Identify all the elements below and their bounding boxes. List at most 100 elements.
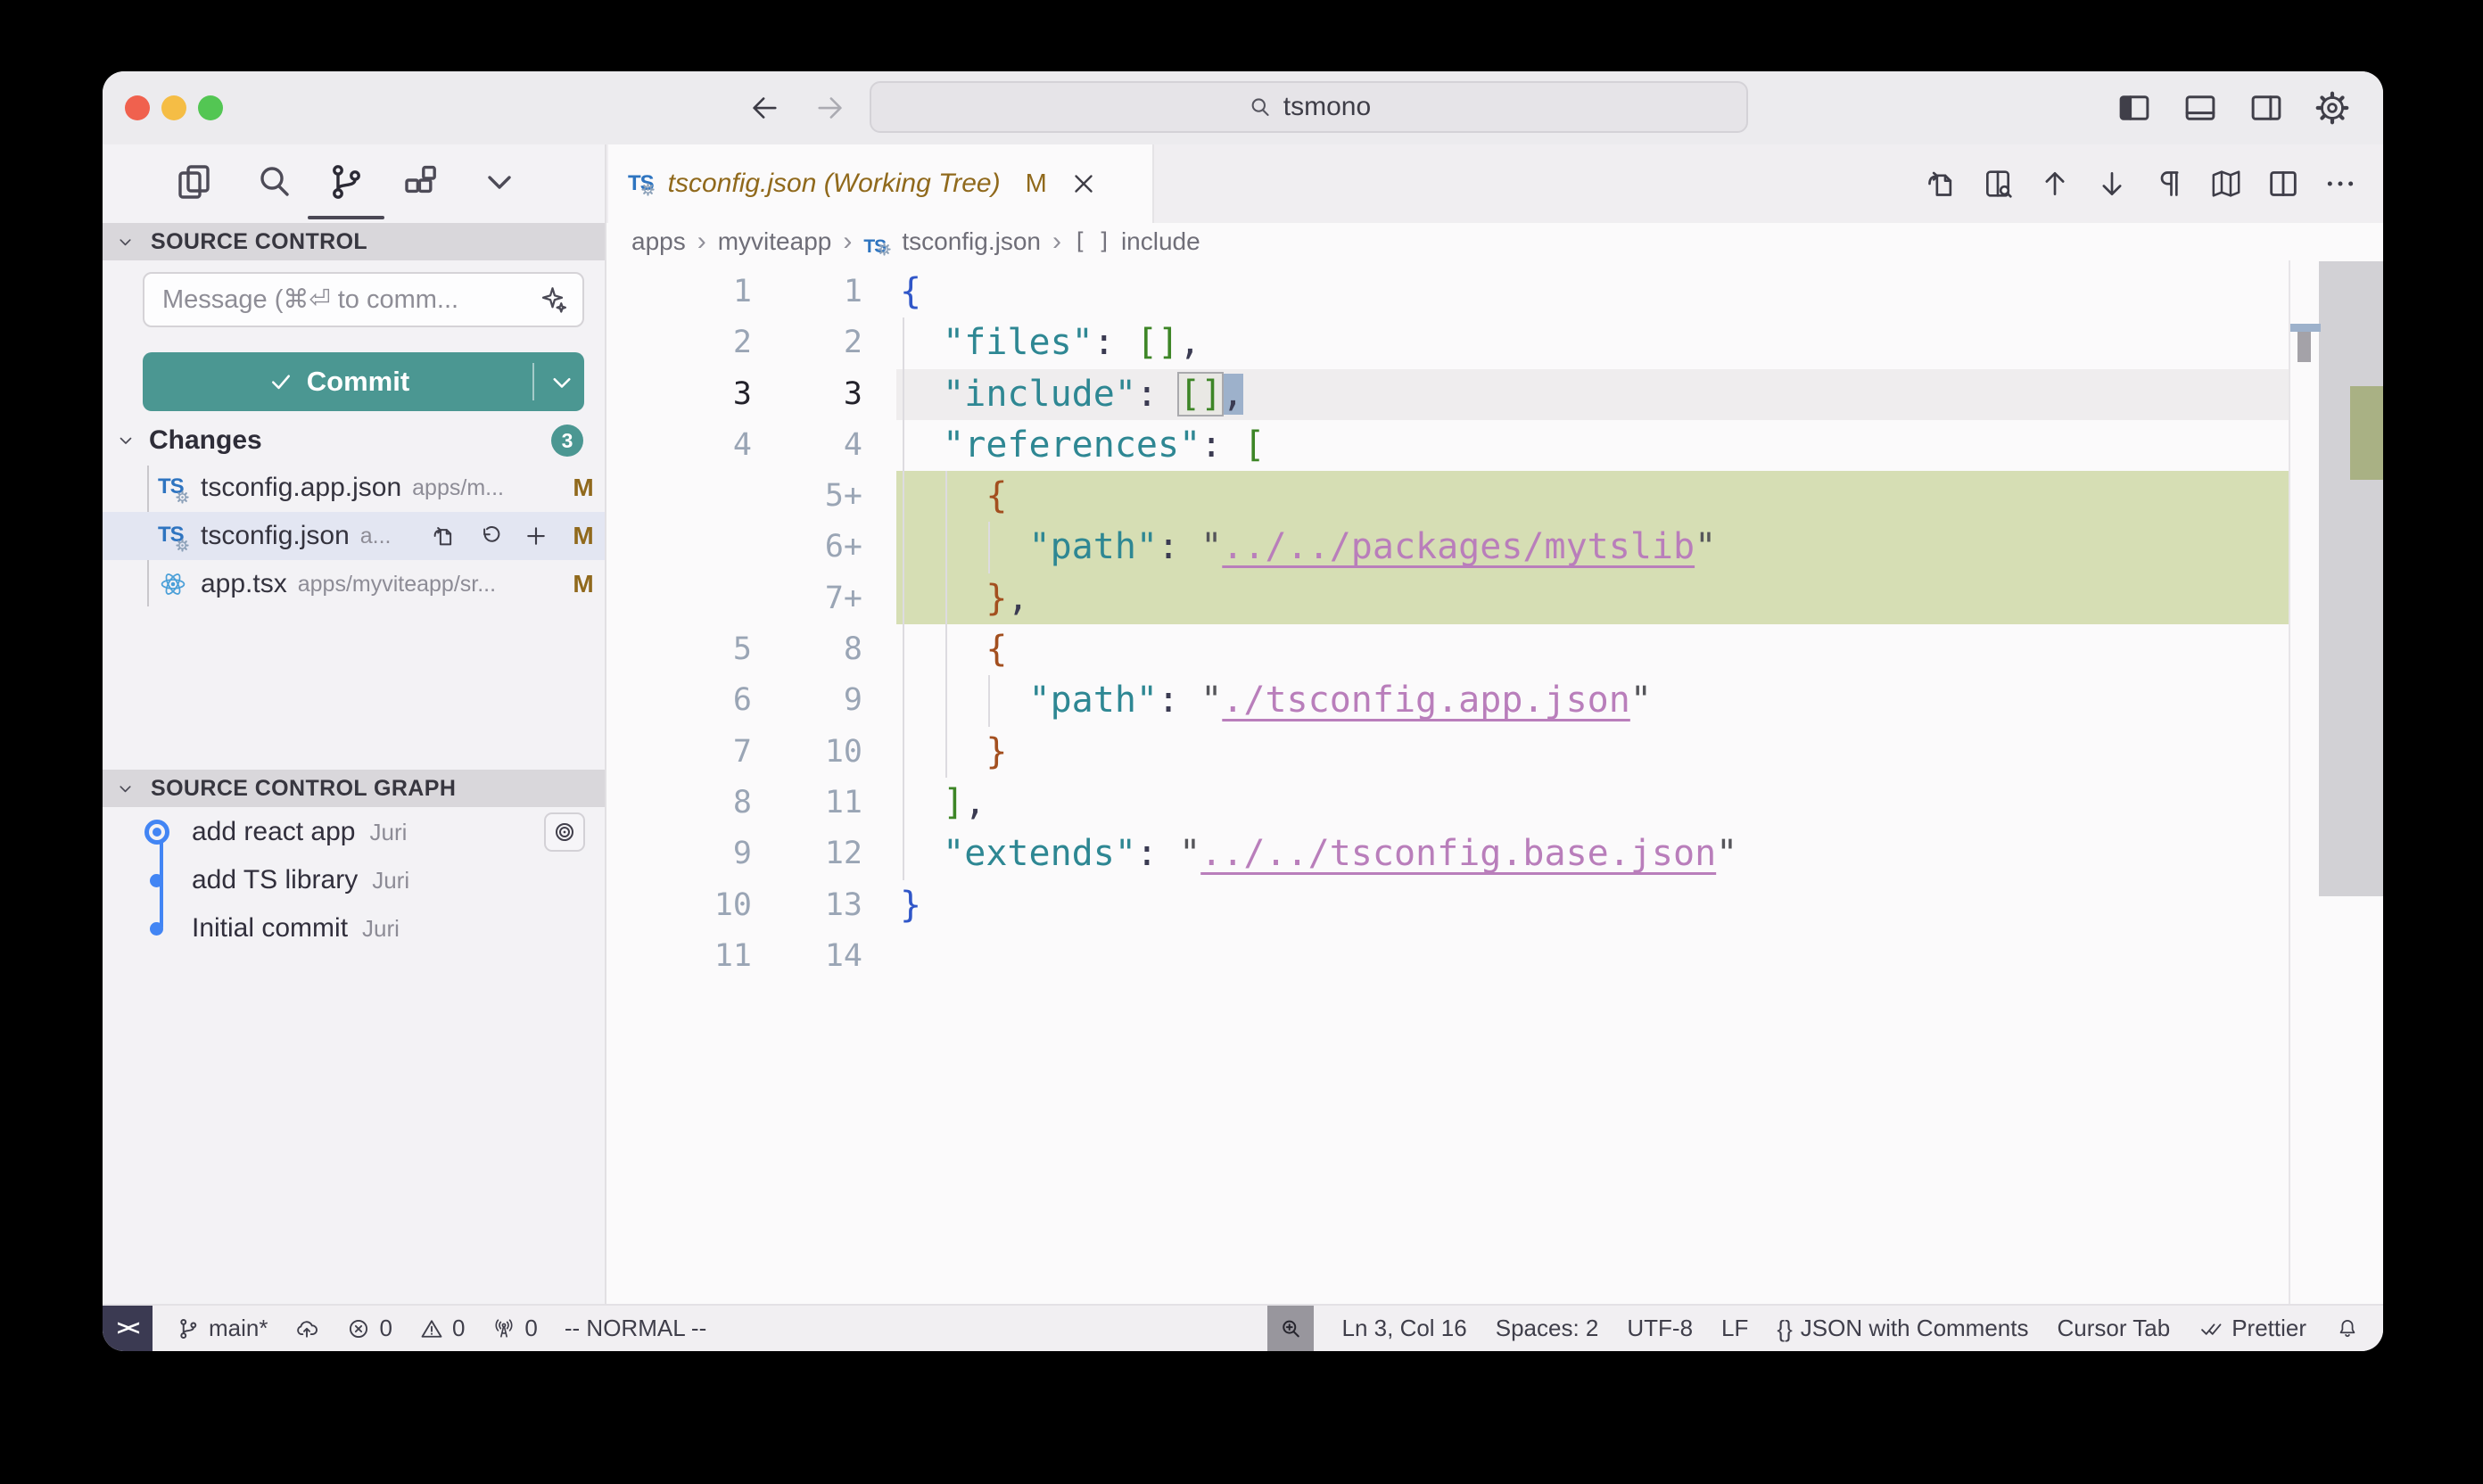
activity-item-extensions[interactable]	[400, 161, 442, 203]
commit-message: Initial commit	[192, 913, 348, 944]
minimap-slider[interactable]	[2319, 261, 2383, 896]
breadcrumb-item-include[interactable]: include	[1121, 227, 1200, 256]
code-line[interactable]: 710 }	[606, 727, 2383, 778]
code-line[interactable]: 44 "references": [	[606, 420, 2383, 471]
commit-button[interactable]: Commit	[143, 352, 584, 411]
code-line[interactable]: 6+ "path": "../../packages/mytslib"	[606, 522, 2383, 573]
encoding[interactable]: UTF-8	[1627, 1306, 1693, 1351]
discard-changes-icon[interactable]	[476, 523, 503, 549]
commit-row[interactable]: add TS libraryJuri	[103, 856, 605, 904]
close-icon[interactable]	[1068, 169, 1099, 199]
code-line-text: "extends": "../../tsconfig.base.json"	[896, 829, 2289, 879]
eol[interactable]: LF	[1721, 1306, 1748, 1351]
zoom-window-button[interactable]	[198, 95, 223, 120]
code-area[interactable]: 11{22 "files": [],33 "include": [],44 "r…	[606, 260, 2383, 1304]
source-control-header[interactable]: SOURCE CONTROL	[103, 223, 605, 260]
navigate-forward-icon[interactable]	[812, 89, 849, 127]
code-link[interactable]: ../../tsconfig.base.json	[1200, 833, 1716, 874]
goto-commit-button[interactable]	[544, 812, 585, 852]
cursor-position[interactable]: Ln 3, Col 16	[1342, 1306, 1467, 1351]
sparkle-icon[interactable]	[538, 284, 570, 316]
open-changes-icon[interactable]	[1923, 166, 1959, 202]
toggle-bottom-panel-icon[interactable]	[2182, 89, 2219, 127]
code-token	[1158, 374, 1179, 415]
map-icon[interactable]	[2208, 166, 2244, 202]
toggle-right-panel-icon[interactable]	[2248, 89, 2285, 127]
code-line[interactable]: 5+ {	[606, 471, 2383, 522]
commit-row[interactable]: Initial commitJuri	[103, 904, 605, 952]
commit-dropdown-icon[interactable]	[546, 367, 578, 399]
error-count-label: 0	[379, 1315, 392, 1342]
code-line[interactable]: 912 "extends": "../../tsconfig.base.json…	[606, 829, 2383, 879]
close-window-button[interactable]	[125, 95, 150, 120]
code-token: :	[1136, 374, 1158, 415]
code-line[interactable]: 7+ },	[606, 573, 2383, 624]
sync-changes[interactable]	[294, 1306, 319, 1351]
code-line[interactable]: 33 "include": [],	[606, 369, 2383, 420]
vim-mode[interactable]: -- NORMAL --	[565, 1306, 706, 1351]
commit-message-input[interactable]	[144, 285, 532, 315]
code-line[interactable]: 58 {	[606, 624, 2383, 675]
modified-line-number: 1	[767, 267, 878, 317]
changes-section-header[interactable]: Changes 3	[103, 419, 605, 462]
code-link[interactable]: ./tsconfig.app.json	[1222, 680, 1630, 721]
open-file-icon[interactable]	[430, 523, 457, 549]
indent-guide	[988, 522, 990, 573]
commit-row[interactable]: add react appJuri	[103, 808, 605, 856]
breadcrumb-item-tsconfig.json[interactable]: tsconfig.json	[902, 227, 1041, 256]
source-control-graph-header[interactable]: SOURCE CONTROL GRAPH	[103, 770, 605, 807]
error-count[interactable]: 0	[346, 1306, 392, 1351]
indentation[interactable]: Spaces: 2	[1496, 1306, 1599, 1351]
activity-item-explorer[interactable]	[173, 161, 216, 203]
split-editor-icon[interactable]	[2265, 166, 2301, 202]
previous-change-icon[interactable]	[2037, 166, 2073, 202]
code-line-text: },	[896, 573, 2289, 624]
tab-tsconfig-json[interactable]: TS tsconfig.json (Working Tree) M	[608, 144, 1154, 223]
code-token: ]	[943, 782, 964, 823]
activity-item-source-control[interactable]	[325, 161, 367, 203]
language-mode-label: JSON with Comments	[1801, 1315, 2029, 1342]
more-actions-icon[interactable]	[2322, 166, 2358, 202]
render-whitespace-icon[interactable]	[2151, 166, 2187, 202]
code-line[interactable]: 11{	[606, 267, 2383, 317]
graph-title: SOURCE CONTROL GRAPH	[151, 776, 456, 802]
activity-item-more-views[interactable]	[478, 161, 521, 203]
language-mode[interactable]: {}JSON with Comments	[1777, 1306, 2028, 1351]
navigate-back-icon[interactable]	[746, 89, 783, 127]
change-item-tsconfig.app.json[interactable]: TStsconfig.app.jsonapps/m...M	[103, 464, 605, 512]
commit-button-main[interactable]: Commit	[143, 352, 534, 411]
branch-icon	[176, 1316, 201, 1341]
formatter[interactable]: Prettier	[2198, 1306, 2306, 1351]
activity-item-search[interactable]	[252, 161, 295, 203]
branch-indicator[interactable]: main*	[176, 1306, 268, 1351]
cursor-tab[interactable]: Cursor Tab	[2058, 1306, 2171, 1351]
minimap[interactable]	[2289, 260, 2383, 1304]
code-line[interactable]: 1114	[606, 931, 2383, 982]
change-item-app.tsx[interactable]: app.tsxapps/myviteapp/sr...M	[103, 560, 605, 608]
code-link[interactable]: ../../packages/mytslib	[1222, 526, 1695, 567]
ports[interactable]: 0	[491, 1306, 537, 1351]
breadcrumb-item-apps[interactable]: apps	[631, 227, 686, 256]
command-center-search[interactable]: tsmono	[870, 81, 1748, 133]
zoom-indicator[interactable]	[1267, 1306, 1314, 1351]
next-change-icon[interactable]	[2094, 166, 2130, 202]
stage-changes-icon[interactable]	[523, 523, 549, 549]
breadcrumb-item-myviteapp[interactable]: myviteapp	[718, 227, 832, 256]
code-token: []	[1179, 374, 1222, 415]
double-check-icon	[2198, 1316, 2223, 1341]
inline-view-icon[interactable]	[1980, 166, 2016, 202]
code-line[interactable]: 69 "path": "./tsconfig.app.json"	[606, 675, 2383, 726]
warning-count[interactable]: 0	[419, 1306, 465, 1351]
code-line[interactable]: 22 "files": [],	[606, 317, 2383, 368]
code-line-text: {	[896, 471, 2289, 522]
code-token	[900, 680, 1029, 721]
code-token: {	[986, 475, 1007, 516]
code-line[interactable]: 1013}	[606, 880, 2383, 931]
remote-indicator[interactable]: ><	[103, 1306, 153, 1351]
code-line[interactable]: 811 ],	[606, 778, 2383, 829]
minimize-window-button[interactable]	[161, 95, 186, 120]
notifications[interactable]	[2335, 1306, 2360, 1351]
change-item-tsconfig.json[interactable]: TStsconfig.jsona...M	[103, 512, 605, 560]
toggle-left-panel-icon[interactable]	[2116, 89, 2153, 127]
settings-gear-icon[interactable]	[2314, 89, 2351, 127]
